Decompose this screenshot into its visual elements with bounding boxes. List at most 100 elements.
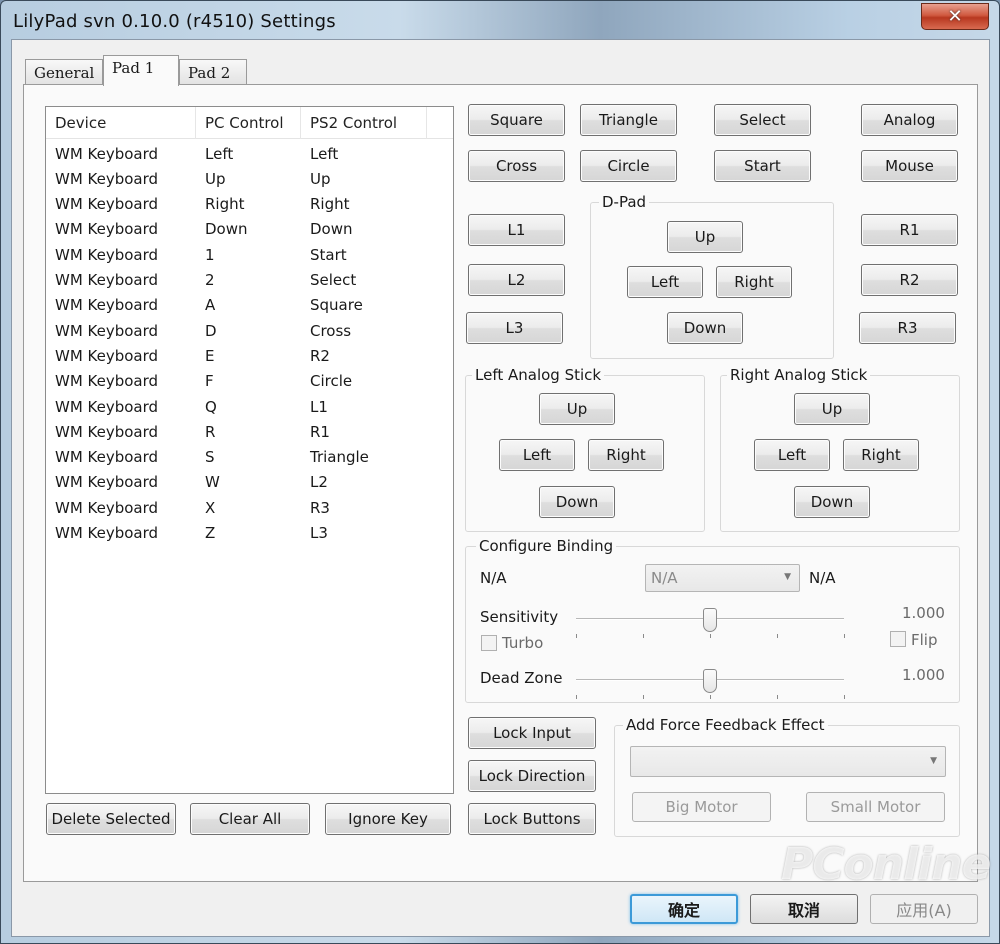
list-item[interactable]: WM Keyboard Down Down: [46, 217, 453, 242]
list-item[interactable]: WM Keyboard 2 Select: [46, 268, 453, 293]
list-item[interactable]: WM Keyboard S Triangle: [46, 445, 453, 470]
slider-tick: [710, 695, 711, 699]
start-button[interactable]: Start: [714, 150, 811, 182]
triangle-button[interactable]: Triangle: [580, 104, 677, 136]
left-stick-up-button[interactable]: Up: [539, 393, 615, 425]
cell-pc: Q: [205, 397, 217, 416]
binding-type-combo[interactable]: N/A ▼: [645, 564, 800, 592]
lock-direction-button[interactable]: Lock Direction: [468, 760, 596, 792]
l3-button[interactable]: L3: [466, 312, 563, 344]
tab-general[interactable]: General: [25, 59, 103, 85]
deadzone-value: 1.000: [902, 666, 945, 684]
r3-button[interactable]: R3: [859, 312, 956, 344]
pad1-panel: Device PC Control PS2 Control WM Keyboar…: [23, 84, 978, 882]
turbo-checkbox[interactable]: [481, 635, 497, 651]
slider-tick: [643, 634, 644, 638]
circle-button[interactable]: Circle: [580, 150, 677, 182]
list-item[interactable]: WM Keyboard D Cross: [46, 318, 453, 343]
apply-button[interactable]: 应用(A): [870, 894, 978, 924]
cell-pc: 1: [205, 245, 215, 264]
left-stick-right-button[interactable]: Right: [588, 439, 664, 471]
ok-button[interactable]: 确定: [630, 894, 738, 924]
list-item[interactable]: WM Keyboard Z L3: [46, 521, 453, 546]
cell-pc: F: [205, 372, 214, 391]
list-item[interactable]: WM Keyboard A Square: [46, 293, 453, 318]
right-stick-right-button[interactable]: Right: [843, 439, 919, 471]
small-motor-button[interactable]: Small Motor: [806, 792, 945, 822]
delete-selected-button[interactable]: Delete Selected: [46, 803, 176, 835]
list-item[interactable]: WM Keyboard Right Right: [46, 192, 453, 217]
deadzone-slider[interactable]: [576, 669, 846, 699]
slider-tick: [777, 634, 778, 638]
configure-binding-group: Configure Binding N/A N/A ▼ N/A Sensitiv…: [465, 536, 960, 703]
dpad-right-button[interactable]: Right: [716, 266, 792, 298]
cancel-button[interactable]: 取消: [750, 894, 858, 924]
lock-input-button[interactable]: Lock Input: [468, 717, 596, 749]
binding-right-value: N/A: [809, 569, 836, 587]
list-item[interactable]: WM Keyboard W L2: [46, 470, 453, 495]
slider-thumb[interactable]: [703, 608, 717, 632]
mouse-button[interactable]: Mouse: [861, 150, 958, 182]
slider-thumb[interactable]: [703, 669, 717, 693]
cell-ps2: L3: [310, 524, 328, 542]
force-feedback-combo[interactable]: ▼: [630, 746, 946, 777]
list-item[interactable]: WM Keyboard Up Up: [46, 166, 453, 191]
cell-device: WM Keyboard: [55, 220, 159, 239]
cell-ps2: Circle: [310, 372, 353, 391]
analog-button[interactable]: Analog: [861, 104, 958, 136]
tab-pad1[interactable]: Pad 1: [103, 55, 179, 86]
sensitivity-slider[interactable]: [576, 608, 846, 638]
l1-button[interactable]: L1: [468, 214, 565, 246]
list-item[interactable]: WM Keyboard R R1: [46, 419, 453, 444]
slider-tick: [710, 634, 711, 638]
lock-buttons-button[interactable]: Lock Buttons: [468, 803, 596, 835]
right-stick-down-button[interactable]: Down: [794, 486, 870, 518]
dpad-up-button[interactable]: Up: [667, 221, 743, 253]
slider-tick: [576, 634, 577, 638]
left-stick-left-button[interactable]: Left: [499, 439, 575, 471]
right-stick-left-button[interactable]: Left: [754, 439, 830, 471]
tab-pad1-label: Pad 1: [112, 59, 155, 77]
slider-tick: [777, 695, 778, 699]
list-item[interactable]: WM Keyboard 1 Start: [46, 242, 453, 267]
cell-ps2: L1: [310, 397, 328, 416]
ignore-key-button[interactable]: Ignore Key: [325, 803, 451, 835]
right-stick-up-button[interactable]: Up: [794, 393, 870, 425]
window-title: LilyPad svn 0.10.0 (r4510) Settings: [13, 11, 336, 32]
bindings-list[interactable]: Device PC Control PS2 Control WM Keyboar…: [45, 106, 454, 794]
chevron-down-icon: ▼: [784, 572, 791, 582]
cell-pc: Up: [205, 169, 226, 188]
slider-tick: [576, 695, 577, 699]
select-button[interactable]: Select: [714, 104, 811, 136]
list-item[interactable]: WM Keyboard Left Left: [46, 141, 453, 166]
big-motor-button[interactable]: Big Motor: [632, 792, 771, 822]
cross-button[interactable]: Cross: [468, 150, 565, 182]
tab-pad2[interactable]: Pad 2: [179, 59, 247, 85]
dpad-down-button[interactable]: Down: [667, 312, 743, 344]
deadzone-label: Dead Zone: [480, 669, 563, 687]
column-ps2-control[interactable]: PS2 Control: [301, 107, 427, 139]
list-item[interactable]: WM Keyboard F Circle: [46, 369, 453, 394]
cell-device: WM Keyboard: [55, 473, 159, 492]
list-item[interactable]: WM Keyboard E R2: [46, 343, 453, 368]
cell-ps2: L2: [310, 473, 328, 492]
dpad-left-button[interactable]: Left: [627, 266, 703, 298]
r1-button[interactable]: R1: [861, 214, 958, 246]
cell-ps2: Triangle: [310, 448, 369, 467]
cell-pc: D: [205, 321, 217, 340]
force-feedback-label: Add Force Feedback Effect: [623, 715, 828, 735]
column-device[interactable]: Device: [46, 107, 196, 139]
close-button[interactable]: ✕: [921, 3, 989, 30]
list-item[interactable]: WM Keyboard Q L1: [46, 394, 453, 419]
square-button[interactable]: Square: [468, 104, 565, 136]
cell-device: WM Keyboard: [55, 245, 159, 264]
clear-all-button[interactable]: Clear All: [190, 803, 310, 835]
r2-button[interactable]: R2: [861, 264, 958, 296]
cell-pc: Z: [205, 524, 216, 542]
cell-device: WM Keyboard: [55, 372, 159, 391]
flip-checkbox[interactable]: [890, 631, 906, 647]
left-stick-down-button[interactable]: Down: [539, 486, 615, 518]
list-item[interactable]: WM Keyboard X R3: [46, 495, 453, 520]
column-pc-control[interactable]: PC Control: [196, 107, 301, 139]
l2-button[interactable]: L2: [468, 264, 565, 296]
